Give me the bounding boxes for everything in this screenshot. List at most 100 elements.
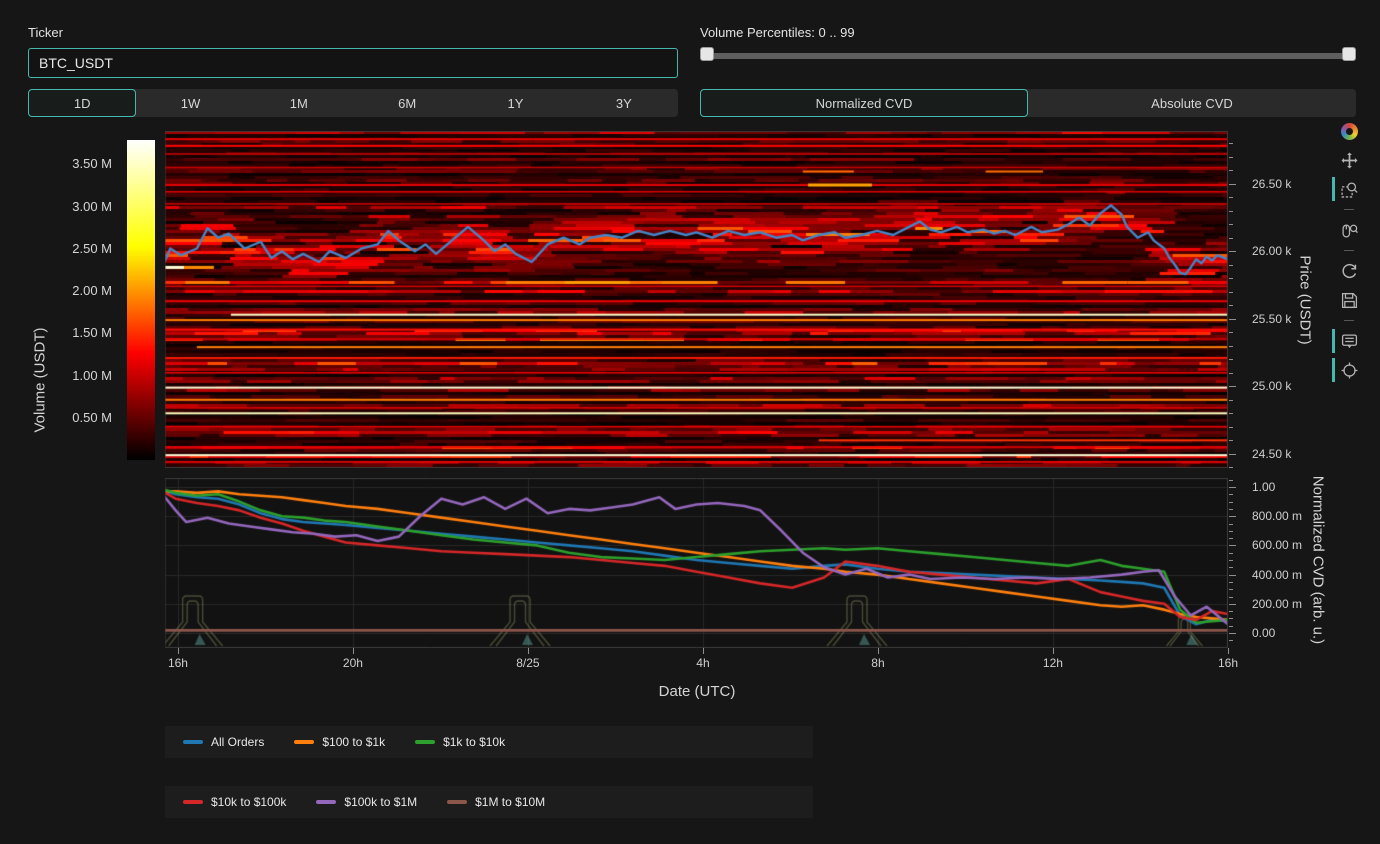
volume-colorbar xyxy=(127,140,155,460)
period-button-1d[interactable]: 1D xyxy=(28,89,136,117)
cvd-tick-label: 800.00 m xyxy=(1252,509,1302,523)
period-button-3y[interactable]: 3Y xyxy=(570,89,678,117)
price-tick-label: 25.00 k xyxy=(1252,379,1291,393)
colorbar-tick-label: 2.50 M xyxy=(40,242,112,256)
date-tick-label: 12h xyxy=(1043,656,1063,670)
ticker-label: Ticker xyxy=(28,25,63,40)
date-tick-label: 16h xyxy=(1218,656,1238,670)
axis-tick xyxy=(1229,575,1236,576)
volume-axis-title: Volume (USDT) xyxy=(32,327,49,432)
price-tick-label: 24.50 k xyxy=(1252,447,1291,461)
legend-label: $100k to $1M xyxy=(344,795,417,809)
cvd-tab-group: Normalized CVDAbsolute CVD xyxy=(700,89,1356,117)
colorbar-tick-label: 1.00 M xyxy=(40,369,112,383)
reset-icon[interactable] xyxy=(1340,262,1358,280)
price-tick-label: 25.50 k xyxy=(1252,312,1291,326)
legend-label: $100 to $1k xyxy=(322,735,385,749)
legend-item: $1M to $10M xyxy=(447,795,545,809)
axis-tick xyxy=(1229,567,1233,568)
date-tick-label: 8/25 xyxy=(516,656,539,670)
axis-tick xyxy=(1229,640,1233,641)
tab-absolute-cvd[interactable]: Absolute CVD xyxy=(1028,89,1356,117)
axis-tick xyxy=(1229,265,1233,266)
price-tick-label: 26.50 k xyxy=(1252,177,1291,191)
legend-item: $1k to $10k xyxy=(415,735,505,749)
axis-tick xyxy=(1229,143,1233,144)
axis-tick xyxy=(1229,454,1236,455)
hover-icon[interactable] xyxy=(1340,332,1358,350)
bokeh-logo[interactable] xyxy=(1340,122,1358,140)
axis-tick xyxy=(1229,597,1233,598)
axis-tick xyxy=(1229,633,1236,634)
date-tick-label: 8h xyxy=(871,656,884,670)
axis-tick xyxy=(1229,251,1236,252)
date-tick-label: 16h xyxy=(168,656,188,670)
axis-tick xyxy=(1229,359,1233,360)
axis-tick xyxy=(1229,427,1233,428)
price-volume-heatmap-plot[interactable] xyxy=(165,131,1228,468)
legend-swatch-icon xyxy=(294,740,314,744)
cvd-tick-label: 1.00 xyxy=(1252,480,1275,494)
axis-tick xyxy=(1229,305,1233,306)
toolbar-separator xyxy=(1344,209,1354,210)
cvd-tick-label: 600.00 m xyxy=(1252,538,1302,552)
slider-handle-high[interactable] xyxy=(1342,47,1356,61)
axis-tick xyxy=(1229,531,1233,532)
bokeh-toolbar xyxy=(1340,122,1358,379)
save-icon[interactable] xyxy=(1340,291,1358,309)
period-button-1y[interactable]: 1Y xyxy=(461,89,569,117)
cvd-tick-label: 200.00 m xyxy=(1252,597,1302,611)
axis-tick xyxy=(703,648,704,654)
axis-tick xyxy=(1229,413,1233,414)
legend-item: $100 to $1k xyxy=(294,735,385,749)
ticker-input[interactable] xyxy=(28,48,678,78)
crosshair-icon[interactable] xyxy=(1340,361,1358,379)
cvd-tick-label: 0.00 xyxy=(1252,626,1275,640)
volume-percentiles-slider xyxy=(700,48,1356,62)
axis-tick xyxy=(1229,582,1233,583)
legend-swatch-icon xyxy=(183,740,203,744)
axis-tick xyxy=(1229,494,1233,495)
axis-tick xyxy=(1229,516,1236,517)
axis-tick xyxy=(1229,487,1236,488)
axis-tick xyxy=(1229,319,1236,320)
box-zoom-icon[interactable] xyxy=(1340,180,1358,198)
axis-tick xyxy=(1229,538,1233,539)
axis-tick xyxy=(1229,524,1233,525)
axis-tick xyxy=(1229,224,1233,225)
axis-tick xyxy=(1229,502,1233,503)
axis-tick xyxy=(1229,292,1233,293)
axis-tick xyxy=(1229,480,1233,481)
legend-label: $1M to $10M xyxy=(475,795,545,809)
legend-swatch-icon xyxy=(183,800,203,804)
axis-tick xyxy=(528,648,529,654)
axis-tick xyxy=(1229,611,1233,612)
wheel-zoom-icon[interactable] xyxy=(1340,221,1358,239)
pan-icon[interactable] xyxy=(1340,151,1358,169)
tab-normalized-cvd[interactable]: Normalized CVD xyxy=(700,89,1028,117)
normalized-cvd-plot[interactable] xyxy=(165,478,1228,648)
slider-selected-range[interactable] xyxy=(707,53,1349,59)
axis-tick xyxy=(1053,648,1054,654)
axis-tick xyxy=(1229,618,1233,619)
volume-percentiles-label: Volume Percentiles: 0 .. 99 xyxy=(700,25,855,40)
colorbar-tick-label: 3.50 M xyxy=(40,157,112,171)
colorbar-tick-label: 3.00 M xyxy=(40,200,112,214)
legend-label: $1k to $10k xyxy=(443,735,505,749)
price-axis-title: Price (USDT) xyxy=(1297,255,1314,344)
period-button-6m[interactable]: 6M xyxy=(353,89,461,117)
axis-tick xyxy=(1229,184,1236,185)
bokeh-logo-icon xyxy=(1341,123,1358,140)
axis-tick xyxy=(1229,604,1236,605)
axis-tick xyxy=(1229,626,1233,627)
axis-tick xyxy=(1229,211,1233,212)
period-button-1m[interactable]: 1M xyxy=(245,89,353,117)
axis-tick xyxy=(1229,197,1233,198)
axis-tick xyxy=(1229,400,1233,401)
legend-swatch-icon xyxy=(415,740,435,744)
period-button-1w[interactable]: 1W xyxy=(136,89,244,117)
slider-handle-low[interactable] xyxy=(700,47,714,61)
axis-tick xyxy=(178,648,179,654)
axis-tick xyxy=(1229,238,1233,239)
cvd-axis-title: Normalized CVD (arb. u.) xyxy=(1310,476,1327,644)
